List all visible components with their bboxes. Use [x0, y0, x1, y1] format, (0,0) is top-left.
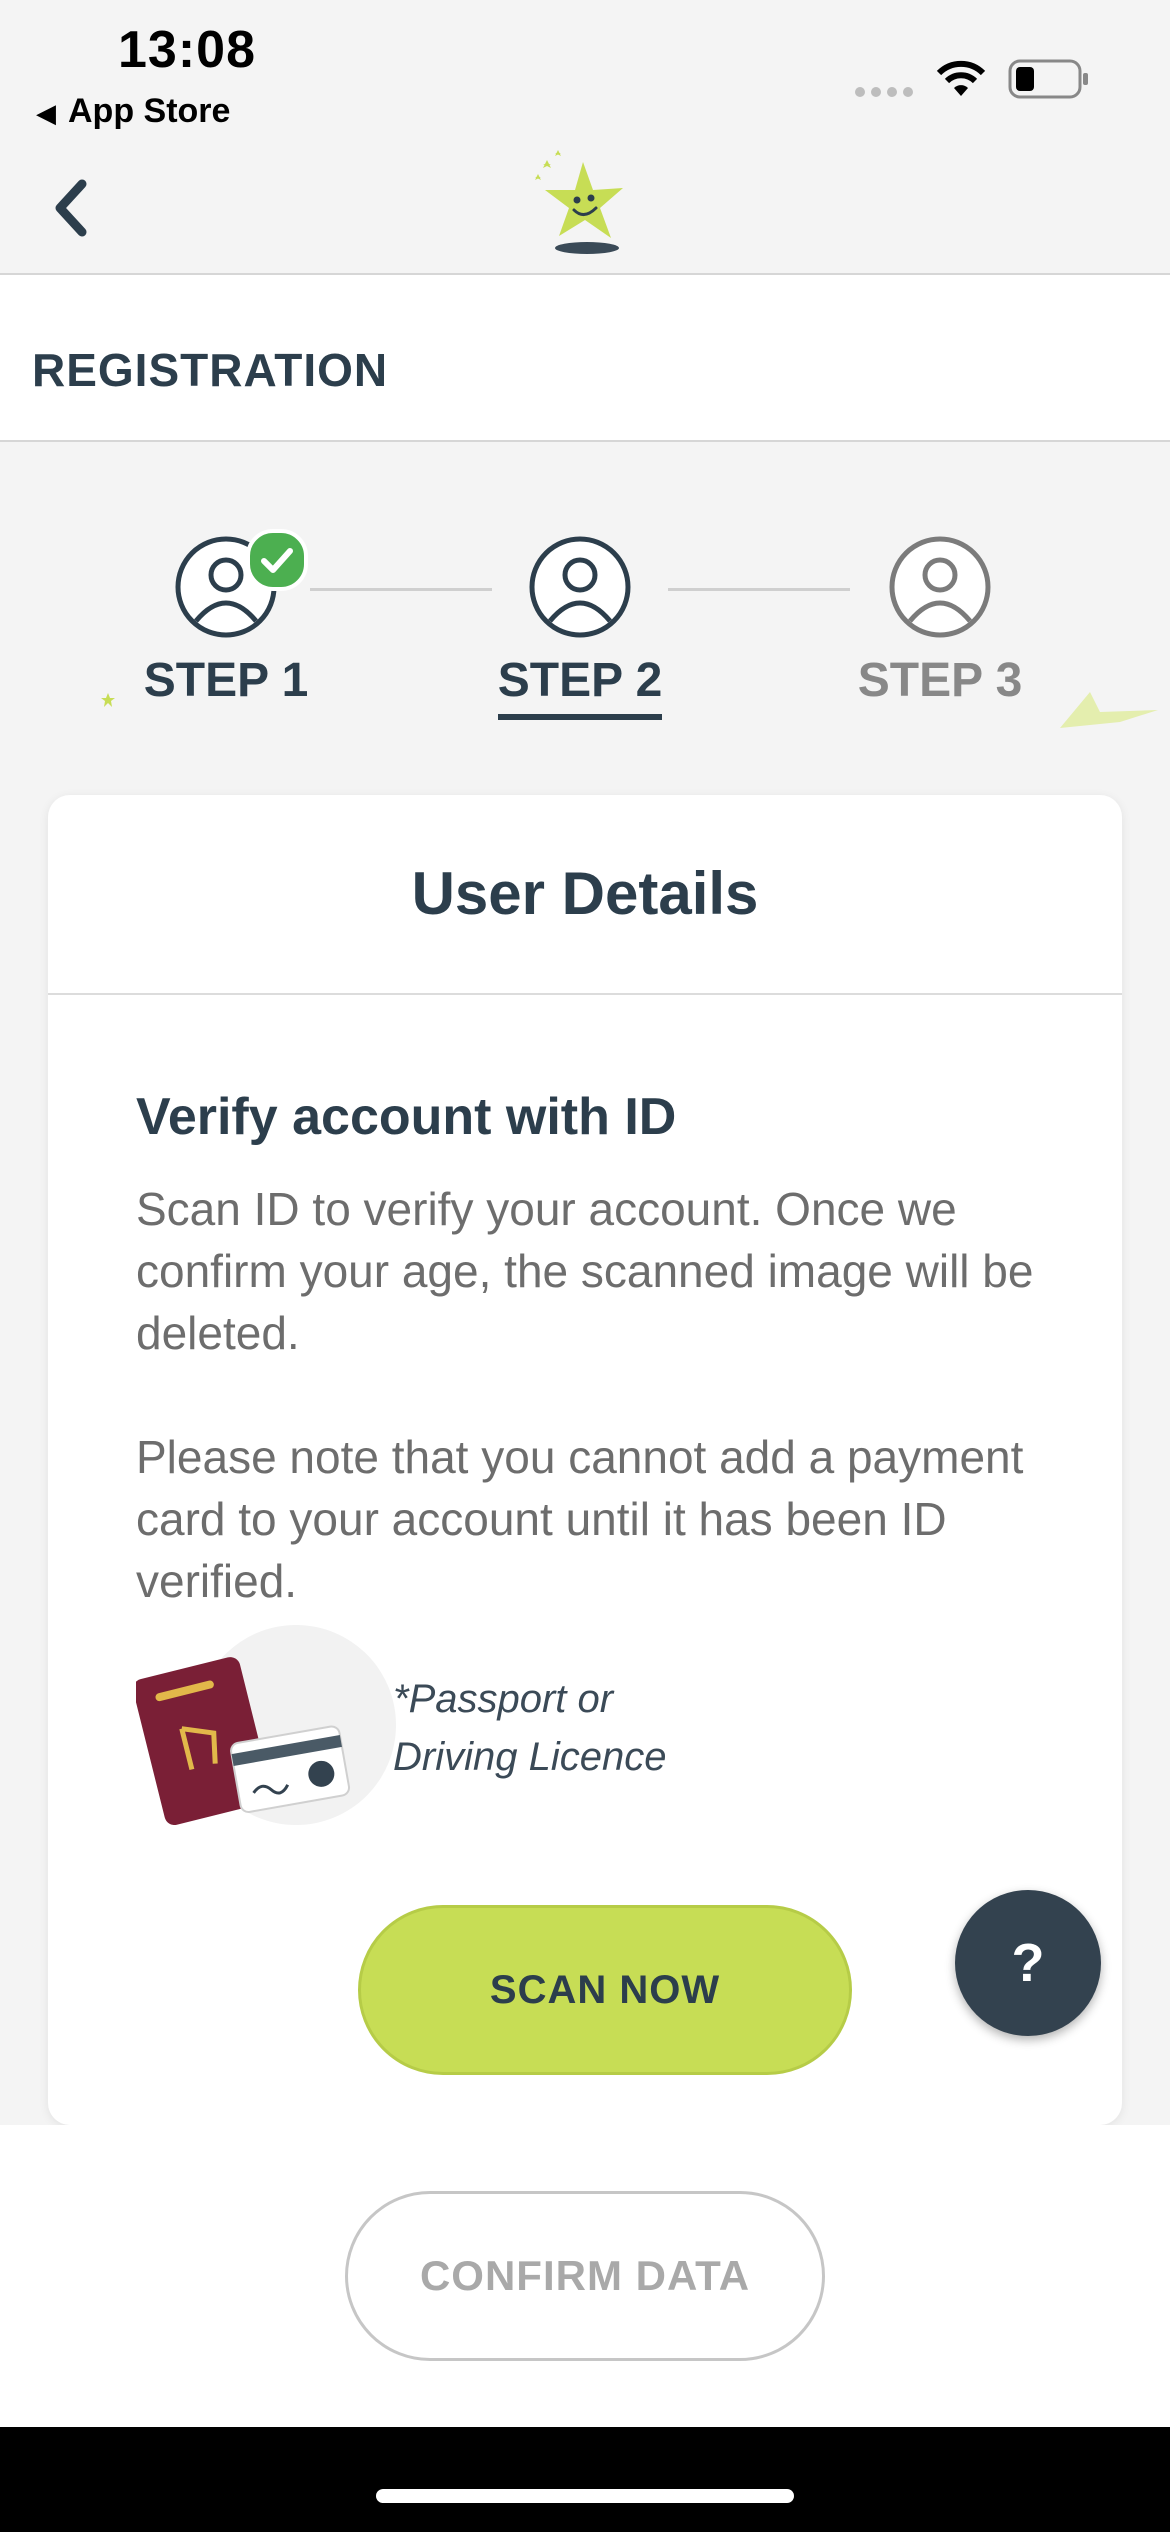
document-types-note: *Passport or Driving Licence [393, 1670, 666, 1786]
footer-bar: CONFIRM DATA [0, 2125, 1170, 2427]
wifi-icon [936, 60, 986, 96]
decorative-star-icon [1060, 692, 1158, 728]
confirm-data-button[interactable]: CONFIRM DATA [345, 2191, 825, 2361]
help-button[interactable]: ? [955, 1890, 1101, 2036]
user-details-card: User Details Verify account with ID Scan… [48, 795, 1122, 2125]
user-circle-icon [174, 529, 308, 639]
step-connector-2 [668, 588, 850, 591]
user-circle-icon [528, 535, 632, 639]
step-2: STEP 2 [470, 535, 690, 720]
passport-licence-icon [136, 1625, 396, 1826]
step-3-label: STEP 3 [857, 654, 1023, 707]
registration-header: REGISTRATION [0, 275, 1170, 442]
verify-description: Scan ID to verify your account. Once we … [136, 1183, 1034, 1359]
status-time: 13:08 [118, 21, 256, 79]
user-circle-icon [888, 535, 992, 639]
back-triangle-icon: ◀ [36, 98, 56, 128]
card-title: User Details [48, 795, 1122, 995]
back-app-label: App Store [68, 92, 231, 130]
checkmark-icon [246, 529, 308, 591]
step-1: STEP 1 [116, 529, 336, 714]
step-2-label: STEP 2 [497, 653, 663, 720]
navigation-bar [0, 140, 1170, 275]
doc-note-line1: *Passport or [393, 1677, 614, 1721]
scan-now-button[interactable]: SCAN NOW [358, 1905, 852, 2075]
signal-icon [855, 84, 919, 102]
home-indicator-area [0, 2427, 1170, 2532]
battery-icon [1008, 59, 1088, 99]
home-indicator[interactable] [376, 2489, 794, 2503]
chevron-left-icon[interactable] [48, 178, 96, 238]
back-to-app-store[interactable]: ◀ App Store [36, 92, 230, 131]
verify-heading: Verify account with ID [136, 1088, 677, 1146]
status-bar: 13:08 ◀ App Store [0, 0, 1170, 140]
payment-note: Please note that you cannot add a paymen… [136, 1431, 1024, 1607]
decorative-star-icon [101, 693, 115, 707]
page-title: REGISTRATION [32, 344, 389, 396]
star-mascot-logo [535, 150, 623, 254]
step-connector-1 [310, 588, 492, 591]
step-3: STEP 3 [830, 535, 1050, 714]
doc-note-line2: Driving Licence [393, 1735, 667, 1779]
step-1-label: STEP 1 [143, 654, 309, 707]
